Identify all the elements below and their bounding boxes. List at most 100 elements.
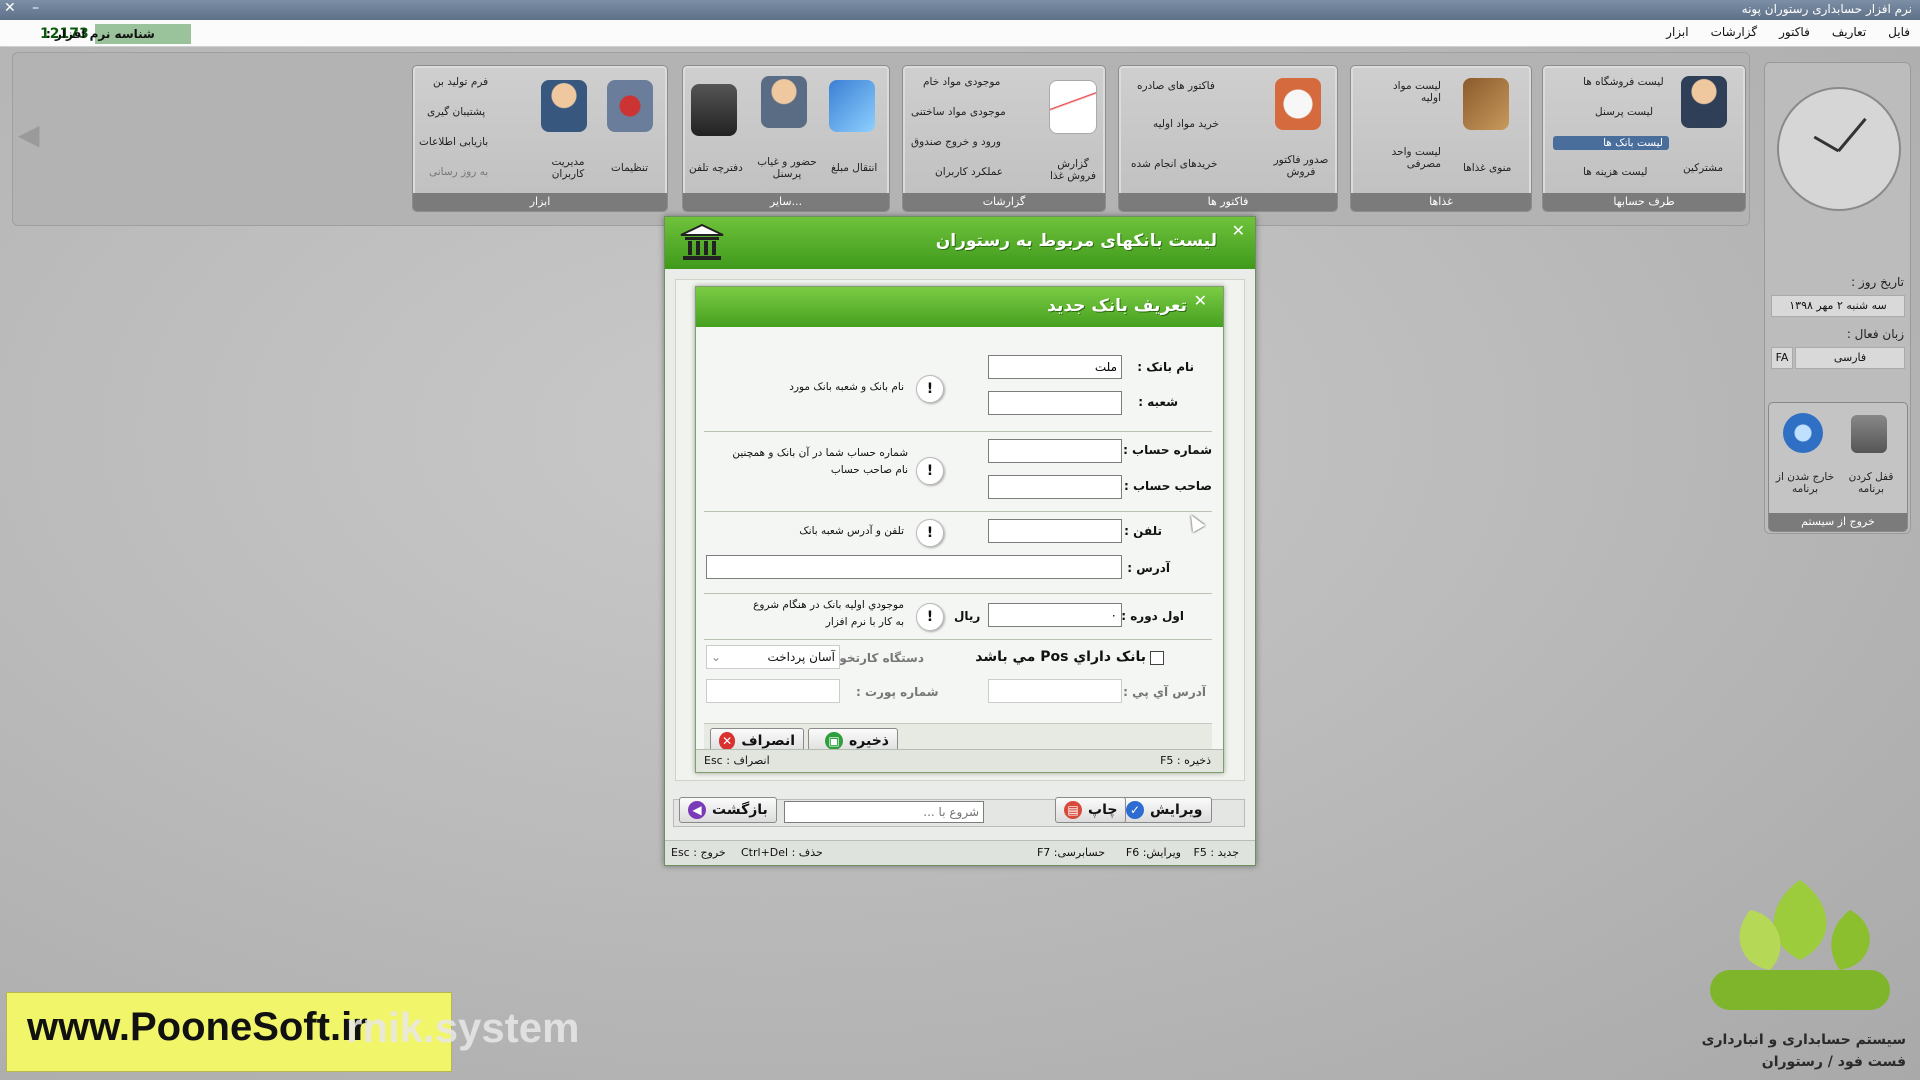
ribbon-raw-materials[interactable]: لیست مواد اولیه (1381, 80, 1441, 104)
ribbon-attendance[interactable]: حضور و غیاب پرسنل (757, 156, 817, 180)
analog-clock-icon (1777, 87, 1901, 211)
ribbon-update[interactable]: به روز رسانی (429, 166, 488, 178)
phone-input[interactable] (988, 519, 1122, 543)
print-button[interactable]: چاپ ▤ (1055, 797, 1127, 823)
window-titlebar: ✕ – نرم افزار حسابداری رستوران پونه (0, 0, 1920, 20)
ribbon-customers[interactable]: مشترکین (1683, 162, 1723, 174)
ribbon-transfer[interactable]: انتقال مبلغ (831, 162, 877, 174)
users-icon[interactable] (541, 80, 587, 132)
ribbon-issue-invoice[interactable]: صدور فاکتور فروش (1271, 154, 1331, 178)
menu-book-icon[interactable] (1463, 78, 1509, 130)
status-delete: Ctrl+Del : حذف (741, 846, 823, 859)
ribbon-user-performance[interactable]: عملکرد کاربران (935, 166, 1003, 178)
transfer-icon[interactable] (829, 80, 875, 132)
banks-list-search-input[interactable] (784, 801, 984, 823)
section-contact: تلفن : ! تلفن و آدرس شعبه بانک آدرس : (704, 513, 1212, 594)
language-label: زبان فعال : (1846, 327, 1904, 341)
card-reader-select[interactable]: آسان پرداخت ⌄ (706, 645, 840, 669)
ip-label: آدرس آي پي : (1123, 685, 1206, 699)
menu-definitions[interactable]: تعاریف (1832, 25, 1866, 39)
phone-icon[interactable] (691, 84, 737, 136)
ribbon-group-other: انتقال مبلغ حضور و غیاب پرسنل دفترچه تلف… (682, 65, 890, 212)
chevron-down-icon: ⌄ (711, 650, 722, 664)
cancel-icon: ✕ (719, 732, 736, 750)
window-title: نرم افزار حسابداری رستوران پونه (1741, 2, 1912, 16)
ribbon-issued-invoices[interactable]: فاکتور های صادره (1137, 80, 1215, 92)
ribbon-user-management[interactable]: مدیریت کاربران (541, 156, 595, 180)
exit-group: خارج شدن از برنامه قفل کردن برنامه خروج … (1768, 402, 1908, 532)
banks-list-title: لیست بانکهای مربوط به رستوران (935, 231, 1217, 251)
ribbon-group-foods: منوی غذاها لیست مواد اولیه لیست واحد مصر… (1350, 65, 1532, 212)
ribbon-raw-stock[interactable]: موجودی مواد خام (923, 76, 1000, 88)
new-bank-title: تعریف بانک جدید (1047, 296, 1187, 316)
ribbon-backup[interactable]: پشتیبان گیری (427, 106, 485, 118)
phone-label: تلفن : (1124, 524, 1162, 538)
section-opening: اول دوره : ریال ! موجودي اوليه بانک در ه… (704, 595, 1212, 640)
ribbon-buy-materials[interactable]: خرید مواد اولیه (1153, 118, 1219, 130)
ribbon-scroll-left-icon[interactable]: ◀ (18, 118, 40, 151)
section-account: شماره حساب : صاحب حساب : ! شماره حساب شم… (704, 433, 1212, 512)
bank-name-input[interactable] (988, 355, 1122, 379)
save-button-label: ذخیره (849, 733, 889, 749)
pos-checkbox[interactable] (1150, 651, 1164, 665)
edit-button[interactable]: ویرایش ✓ (1117, 797, 1212, 823)
ip-input[interactable] (988, 679, 1122, 703)
opening-input[interactable] (988, 603, 1122, 627)
status-new: F5 : جدید (1193, 846, 1239, 859)
menu-file[interactable]: فایل (1888, 25, 1910, 39)
address-label: آدرس : (1127, 561, 1170, 575)
language-code[interactable]: FA (1771, 347, 1793, 369)
address-input[interactable] (706, 555, 1122, 579)
print-button-label: چاپ (1088, 802, 1118, 818)
lock-label[interactable]: قفل کردن برنامه (1843, 471, 1899, 495)
account-owner-input[interactable] (988, 475, 1122, 499)
logo-line1: سیستم حسابداری و انبارداری (1701, 1032, 1906, 1048)
card-reader-value: آسان پرداخت (767, 650, 835, 664)
new-bank-close-icon[interactable]: ✕ (1194, 291, 1207, 310)
ribbon-phonebook[interactable]: دفترچه تلفن (689, 162, 743, 174)
ribbon-banks-list[interactable]: لیست بانک ها (1553, 136, 1669, 150)
date-label: تاریخ روز : (1851, 275, 1904, 289)
ribbon-group-tools-title: ابزار (413, 193, 667, 211)
port-input[interactable] (706, 679, 840, 703)
ribbon-made-stock[interactable]: موجودی مواد ساختنی (911, 106, 1006, 118)
window-controls[interactable]: ✕ – (4, 0, 45, 16)
ribbon-restore[interactable]: بازیابی اطلاعات (419, 136, 488, 148)
ribbon-staff-list[interactable]: لیست پرسنل (1595, 106, 1653, 118)
currency-label: ریال (954, 609, 981, 623)
menu-invoice[interactable]: فاکتور (1779, 25, 1810, 39)
attendance-icon[interactable] (761, 76, 807, 128)
ribbon-expenses-list[interactable]: لیست هزینه ها (1583, 166, 1648, 178)
ribbon-food-menu[interactable]: منوی غذاها (1463, 162, 1511, 174)
ribbon-group-tools: تنظیمات مدیریت کاربران فرم تولید بن پشتی… (412, 65, 668, 212)
settings-icon[interactable] (607, 80, 653, 132)
invoice-icon[interactable] (1275, 78, 1321, 130)
ribbon-group-other-title: سایر... (683, 193, 889, 211)
menu-reports[interactable]: گزارشات (1711, 25, 1757, 39)
customers-icon[interactable] (1681, 76, 1727, 128)
menubar: فایل تعاریف فاکتور گزارشات ابزار 12173 ش… (0, 20, 1920, 47)
ribbon-units[interactable]: لیست واحد مصرفی (1381, 146, 1441, 170)
branch-input[interactable] (988, 391, 1122, 415)
logout-label[interactable]: خارج شدن از برنامه (1775, 471, 1835, 495)
ribbon-cash-flow[interactable]: ورود و خروج صندوق (911, 136, 1001, 148)
language-value[interactable]: فارسی (1795, 347, 1905, 369)
ribbon-group-accounts-title: طرف حسابها (1543, 193, 1745, 211)
ribbon-voucher-form[interactable]: فرم تولید بن (433, 76, 488, 88)
new-bank-header: تعریف بانک جدید ✕ (696, 287, 1223, 327)
power-icon[interactable] (1783, 413, 1823, 453)
ribbon-settings[interactable]: تنظیمات (611, 162, 648, 174)
ribbon-purchases[interactable]: خریدهای انجام شده (1131, 158, 1217, 170)
status-cancel: Esc : انصراف (704, 754, 770, 767)
lock-icon[interactable] (1851, 415, 1887, 453)
ribbon-food-sales-report[interactable]: گزارش فروش غذا (1045, 158, 1101, 182)
back-button[interactable]: بازگشت ◀ (679, 797, 777, 823)
ribbon-stores-list[interactable]: لیست فروشگاه ها (1583, 76, 1664, 88)
menu-tools[interactable]: ابزار (1666, 25, 1688, 39)
chart-icon[interactable] (1049, 80, 1097, 134)
account-number-input[interactable] (988, 439, 1122, 463)
port-label: شماره پورت : (856, 685, 939, 699)
back-button-label: بازگشت (712, 802, 768, 818)
banks-list-close-icon[interactable]: ✕ (1232, 221, 1245, 240)
save-icon: ▣ (825, 732, 844, 750)
